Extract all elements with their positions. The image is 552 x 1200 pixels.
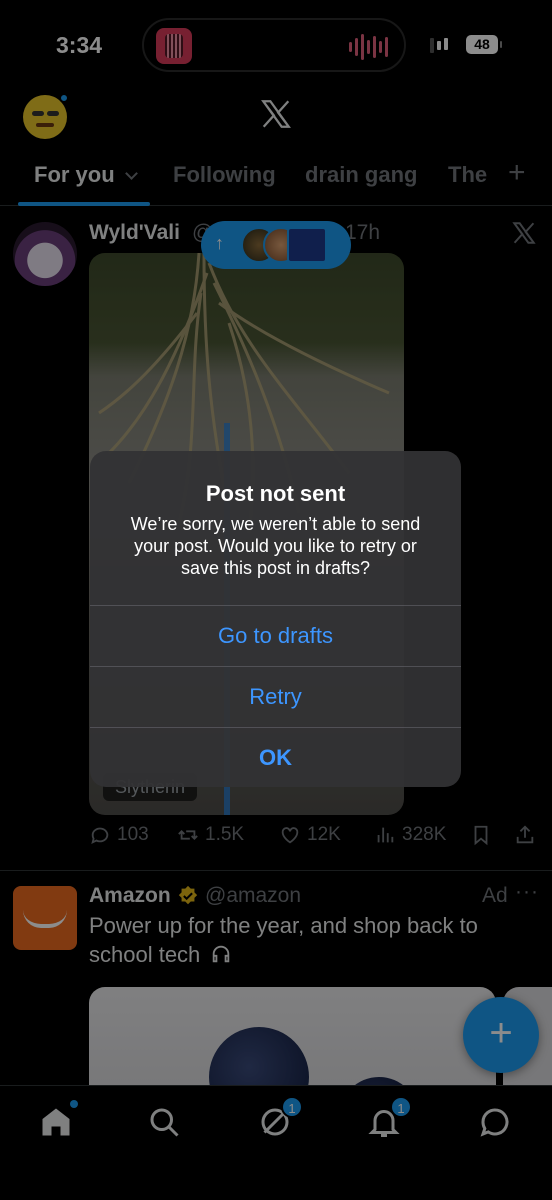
post-not-sent-alert: Post not sent We’re sorry, we weren’t ab… xyxy=(90,451,461,787)
go-to-drafts-button[interactable]: Go to drafts xyxy=(90,605,461,666)
ok-button[interactable]: OK xyxy=(90,727,461,787)
alert-message: We’re sorry, we weren’t able to send you… xyxy=(130,514,421,578)
alert-title: Post not sent xyxy=(205,481,346,506)
retry-button[interactable]: Retry xyxy=(90,666,461,727)
